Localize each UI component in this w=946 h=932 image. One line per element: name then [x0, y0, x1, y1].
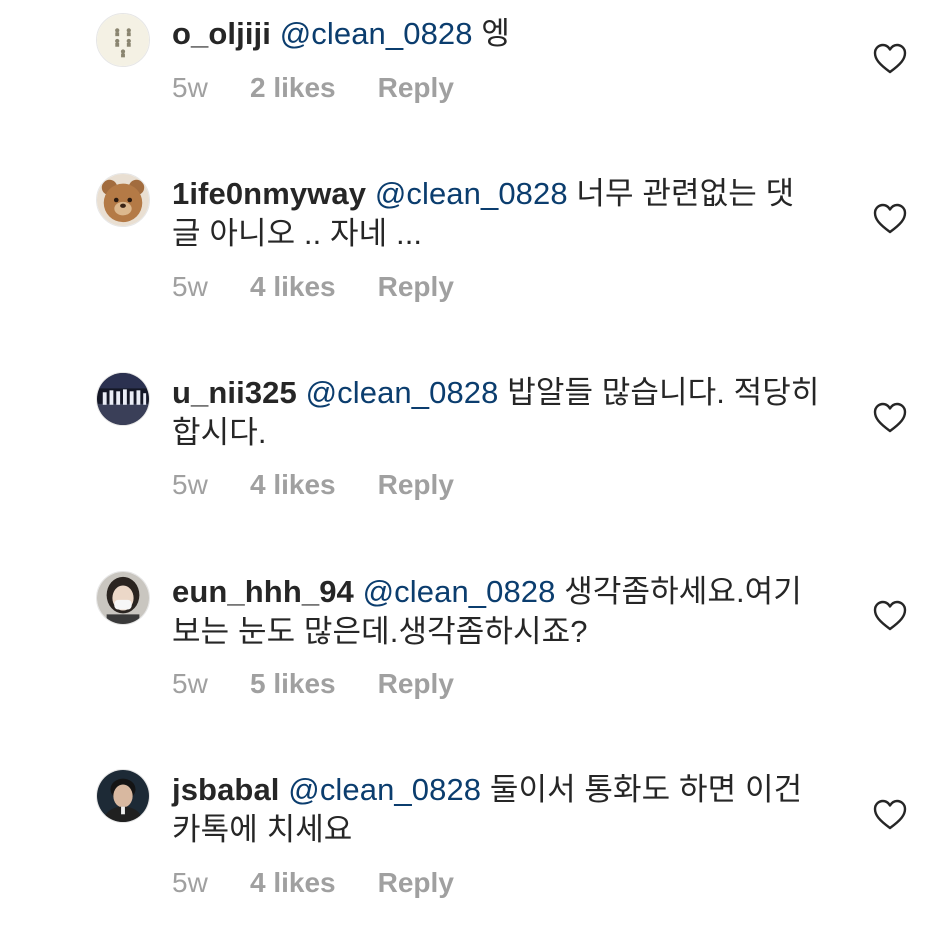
comment-meta: 5w 5 likes Reply: [172, 667, 454, 701]
likes-count[interactable]: 5 likes: [250, 667, 336, 701]
likes-count[interactable]: 4 likes: [250, 866, 336, 900]
comment-text: jsbabal @clean_0828 둘이서 통화도 하면 이건 카톡에 치세…: [172, 770, 822, 850]
avatar[interactable]: [96, 769, 150, 823]
comment-text: 1ife0nmyway @clean_0828 너무 관련없는 댓글 아니오 .…: [172, 174, 822, 254]
comment-mention[interactable]: @clean_0828: [288, 772, 481, 807]
comment-meta: 5w 4 likes Reply: [172, 270, 454, 304]
reply-button[interactable]: Reply: [378, 71, 454, 105]
heart-outline-icon[interactable]: [873, 43, 907, 75]
comment-meta: 5w 4 likes Reply: [172, 866, 454, 900]
avatar[interactable]: [96, 571, 150, 625]
comment-body: 엥: [481, 16, 510, 51]
comment-text: eun_hhh_94 @clean_0828 생각좀하세요.여기 보는 눈도 많…: [172, 572, 822, 652]
comment-text: o_oljiji @clean_0828 엥: [172, 14, 822, 54]
comment-username[interactable]: eun_hhh_94: [172, 574, 354, 609]
heart-outline-icon[interactable]: [873, 203, 907, 235]
comment-username[interactable]: 1ife0nmyway: [172, 176, 366, 211]
comment-mention[interactable]: @clean_0828: [375, 176, 568, 211]
heart-outline-icon[interactable]: [873, 600, 907, 632]
comment-username[interactable]: u_nii325: [172, 375, 297, 410]
comment-time: 5w: [172, 668, 208, 699]
comment-meta: 5w 2 likes Reply: [172, 71, 454, 105]
reply-button[interactable]: Reply: [378, 270, 454, 304]
comment-time: 5w: [172, 867, 208, 898]
comment-time: 5w: [172, 469, 208, 500]
avatar[interactable]: [96, 372, 150, 426]
comment-username[interactable]: o_oljiji: [172, 16, 271, 51]
likes-count[interactable]: 4 likes: [250, 468, 336, 502]
comment-mention[interactable]: @clean_0828: [363, 574, 556, 609]
heart-outline-icon[interactable]: [873, 402, 907, 434]
likes-count[interactable]: 2 likes: [250, 71, 336, 105]
comment-mention[interactable]: @clean_0828: [280, 16, 473, 51]
comment-time: 5w: [172, 271, 208, 302]
comment-username[interactable]: jsbabal: [172, 772, 280, 807]
avatar[interactable]: [96, 173, 150, 227]
reply-button[interactable]: Reply: [378, 468, 454, 502]
reply-button[interactable]: Reply: [378, 667, 454, 701]
comment-time: 5w: [172, 72, 208, 103]
avatar[interactable]: [96, 13, 150, 67]
heart-outline-icon[interactable]: [873, 799, 907, 831]
comment-text: u_nii325 @clean_0828 밥알들 많습니다. 적당히 합시다.: [172, 373, 822, 453]
comment-mention[interactable]: @clean_0828: [306, 375, 499, 410]
comment-meta: 5w 4 likes Reply: [172, 468, 454, 502]
reply-button[interactable]: Reply: [378, 866, 454, 900]
likes-count[interactable]: 4 likes: [250, 270, 336, 304]
